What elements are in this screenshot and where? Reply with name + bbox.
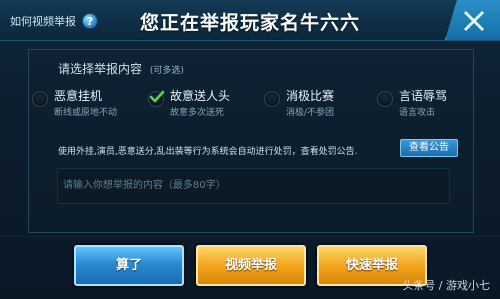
view-announcement-button[interactable]: 查看公告 (400, 139, 458, 157)
multi-select-hint: (可多选) (149, 66, 184, 76)
option-passive-checkbox[interactable] (264, 91, 280, 107)
option-afk-checkbox[interactable] (32, 91, 48, 107)
report-option-abuse[interactable]: 言语辱骂 语言攻击 (377, 89, 447, 118)
report-section-title: 请选择举报内容 (58, 62, 143, 76)
report-option-feeding[interactable]: 故意送人头 故意多次送死 (148, 89, 230, 118)
option-passive-desc: 消极/不参团 (286, 108, 335, 118)
cancel-button[interactable]: 算了 (74, 245, 184, 286)
option-abuse-label: 言语辱骂 (399, 89, 448, 103)
option-afk-label: 恶意挂机 (54, 89, 103, 103)
close-icon (463, 11, 484, 31)
option-feeding-desc: 故意多次送死 (170, 108, 225, 118)
option-afk-desc: 断线或原地不动 (54, 108, 118, 118)
video-report-button[interactable]: 视频举报 (196, 245, 306, 286)
option-feeding-checkbox[interactable] (148, 90, 165, 107)
check-icon (149, 90, 165, 103)
report-section-heading: 请选择举报内容 (可多选) (58, 60, 184, 77)
divider (0, 236, 500, 237)
option-passive-label: 消极比赛 (286, 89, 335, 103)
dialog-title: 您正在举报玩家名牛六六 (139, 12, 360, 34)
report-option-afk[interactable]: 恶意挂机 断线或原地不动 (32, 89, 117, 118)
report-option-passive[interactable]: 消极比赛 消极/不参团 (264, 89, 334, 118)
option-abuse-desc: 语言攻击 (399, 108, 436, 118)
option-abuse-checkbox[interactable] (377, 91, 393, 107)
watermark: 头条号 / 游戏小七 (402, 279, 490, 292)
report-content-input[interactable]: 请输入你想举报的内容（最多80字） (57, 168, 450, 204)
option-feeding-label: 故意送人头 (170, 89, 231, 103)
penalty-notice: 使用外挂,演员,恶意送分,乱出装等行为系统会自动进行处罚，查看处罚公告. (58, 147, 358, 157)
